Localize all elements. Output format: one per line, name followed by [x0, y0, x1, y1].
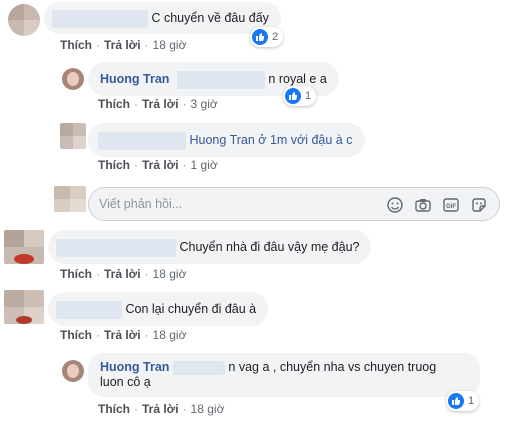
camera-icon[interactable] [414, 196, 432, 214]
reaction-count[interactable]: 1 [283, 86, 317, 106]
comment-text: Huong Tran ở 1m với đậu à c [189, 133, 353, 147]
reply-link[interactable]: Trả lời [104, 267, 141, 281]
timestamp[interactable]: 18 giờ [153, 38, 187, 52]
blurred-name [52, 9, 148, 28]
avatar[interactable] [4, 230, 44, 264]
emoji-icon[interactable] [386, 196, 404, 214]
avatar[interactable] [8, 4, 40, 36]
reply-link[interactable]: Trả lời [104, 328, 141, 342]
like-link[interactable]: Thích [98, 158, 130, 172]
timestamp[interactable]: 18 giờ [153, 267, 187, 281]
comment-bubble: Huong Tran ở 1m với đậu à c [88, 123, 365, 157]
svg-text:GIF: GIF [446, 204, 456, 210]
comment-actions: Thích · Trả lời · 3 giờ [98, 97, 218, 111]
comment-bubble: Chuyển nhà đi đâu vậy mẹ đậu? [48, 230, 372, 264]
comment-bubble: Con lại chuyển đi đâu à [48, 292, 269, 326]
avatar[interactable] [62, 360, 84, 382]
blurred-name [176, 70, 265, 89]
reaction-count[interactable]: 2 [250, 27, 284, 47]
like-link[interactable]: Thích [60, 328, 92, 342]
timestamp[interactable]: 18 giờ [153, 328, 187, 342]
comment-text: Chuyển nhà đi đâu vậy mẹ đậu? [179, 240, 360, 254]
reply-link[interactable]: Trả lời [142, 97, 179, 111]
sticker-icon[interactable] [470, 196, 488, 214]
blurred-name [56, 238, 176, 257]
comment-bubble: Huong Tran n vag a , chuyển nha vs chuye… [88, 353, 480, 397]
comment-actions: Thích · Trả lời · 18 giờ [98, 402, 225, 416]
reaction-count[interactable]: 1 [446, 391, 480, 411]
comment-actions: Thích · Trả lời · 18 giờ [60, 328, 187, 342]
avatar[interactable] [60, 123, 86, 149]
timestamp[interactable]: 1 giờ [191, 158, 218, 172]
comment-text-line-2: luon cô ạ [100, 375, 151, 389]
like-link[interactable]: Thích [60, 267, 92, 281]
avatar[interactable] [62, 68, 84, 90]
blurred-name [56, 300, 122, 319]
blurred-name [98, 131, 186, 150]
comment-text: C chuyển về đâu đấy [151, 11, 269, 25]
gif-icon[interactable]: GIF [442, 196, 460, 214]
like-link[interactable]: Thích [60, 38, 92, 52]
like-link[interactable]: Thích [98, 97, 130, 111]
reply-box[interactable]: GIF [88, 187, 500, 221]
author-name[interactable]: Huong Tran [100, 360, 169, 374]
reply-link[interactable]: Trả lời [142, 402, 179, 416]
blurred-name [172, 360, 225, 375]
like-icon [252, 29, 268, 45]
reply-link[interactable]: Trả lời [104, 38, 141, 52]
comment-actions: Thích · Trả lời · 18 giờ [60, 38, 187, 52]
reply-input[interactable] [99, 188, 379, 220]
comment-actions: Thích · Trả lời · 18 giờ [60, 267, 187, 281]
comment-text: Con lại chuyển đi đâu à [125, 302, 257, 316]
current-user-avatar [54, 186, 86, 212]
reply-link[interactable]: Trả lời [142, 158, 179, 172]
avatar[interactable] [4, 290, 44, 324]
timestamp[interactable]: 18 giờ [191, 402, 225, 416]
like-icon [448, 393, 464, 409]
comment-text-line-1: n vag a , chuyển nha vs chuyen truog [228, 360, 437, 374]
comment-text: n royal e a [268, 72, 327, 86]
comment-bubble: C chuyển về đâu đấy [44, 2, 281, 34]
like-icon [285, 88, 301, 104]
timestamp[interactable]: 3 giờ [191, 97, 218, 111]
comment-actions: Thích · Trả lời · 1 giờ [98, 158, 218, 172]
like-link[interactable]: Thích [98, 402, 130, 416]
author-name[interactable]: Huong Tran [100, 72, 169, 86]
